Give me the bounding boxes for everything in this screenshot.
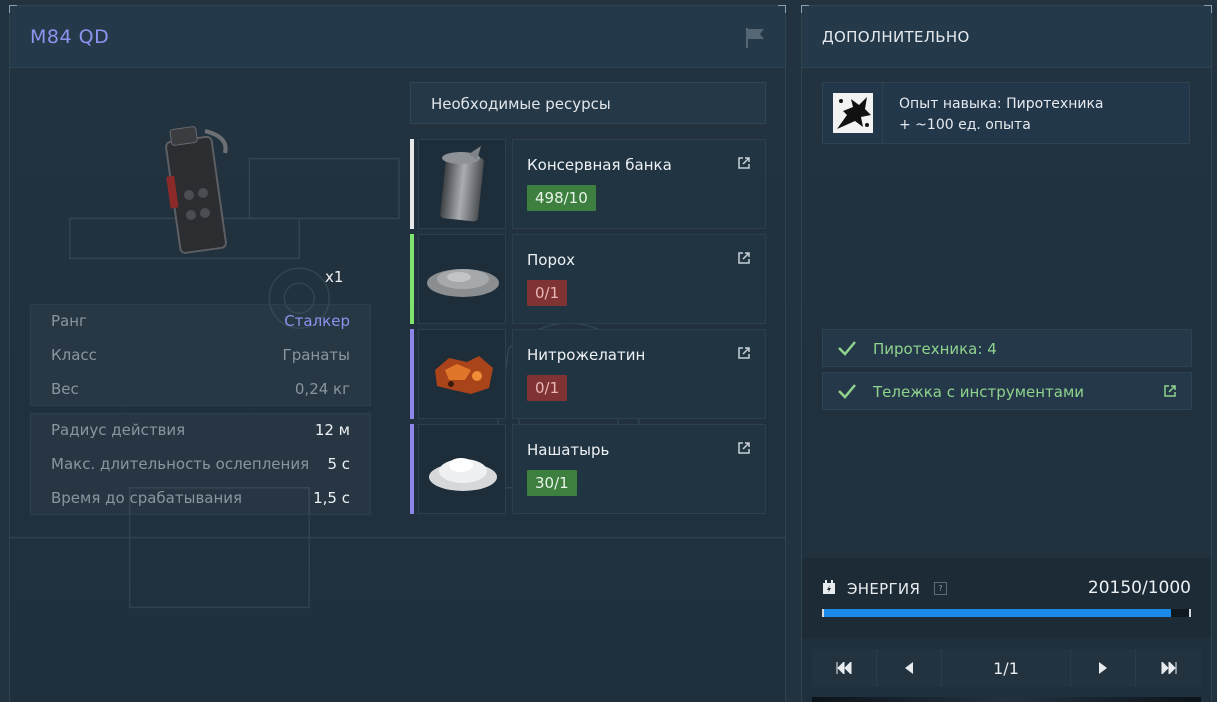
skill-xp-box: Опыт навыка: Пиротехника + ~100 ед. опыт… <box>822 82 1190 144</box>
resource-name: Консервная банка <box>527 156 672 174</box>
skill-name: Опыт навыка: Пиротехника <box>899 96 1104 112</box>
resources-header-label: Необходимые ресурсы <box>431 95 611 113</box>
resource-name: Нашатырь <box>527 441 610 459</box>
nitrogelatin-icon <box>418 329 506 419</box>
energy-section: ЭНЕРГИЯ ? 20150/1000 <box>802 558 1211 638</box>
external-link-icon[interactable] <box>737 346 751 360</box>
energy-icon <box>823 580 835 594</box>
skill-icon-frame <box>823 83 883 143</box>
triangle-right-icon <box>1099 662 1107 674</box>
stat-value: 0,24 кг <box>294 380 350 398</box>
crafting-panel: M84 QD x1 Ранг Сталкер Класс Гранаты Вес… <box>9 5 786 702</box>
resource-rarity-bar <box>410 329 414 419</box>
resource-count: 0/1 <box>527 280 568 306</box>
resource-info: Нитрожелатин 0/1 <box>512 329 766 419</box>
item-quantity: x1 <box>325 268 344 286</box>
external-link-icon[interactable] <box>737 441 751 455</box>
resource-info: Порох 0/1 <box>512 234 766 324</box>
last-page-button[interactable] <box>1136 649 1201 687</box>
item-header: M84 QD <box>10 6 785 68</box>
stat-label: Макс. длительность ослепления <box>51 455 310 473</box>
energy-progress-fill <box>824 609 1171 617</box>
item-title: M84 QD <box>30 26 110 48</box>
triangle-left-icon <box>905 662 913 674</box>
energy-label: ЭНЕРГИЯ <box>847 580 921 598</box>
resource-row[interactable]: Нашатырь 30/1 <box>410 424 766 514</box>
item-stats-extra: Радиус действия 12 м Макс. длительность … <box>30 413 371 515</box>
stat-row: Вес 0,24 кг <box>31 373 370 407</box>
flag-icon[interactable] <box>743 27 767 49</box>
stat-label: Класс <box>51 346 97 364</box>
stat-row: Ранг Сталкер <box>31 305 370 339</box>
item-stats-main: Ранг Сталкер Класс Гранаты Вес 0,24 кг <box>30 304 371 406</box>
stat-label: Вес <box>51 380 79 398</box>
resource-rarity-bar <box>410 139 414 229</box>
double-chevron-left-icon <box>836 662 852 674</box>
pyrotechnics-icon <box>833 93 873 133</box>
check-icon <box>838 341 856 356</box>
stat-row: Макс. длительность ослепления 5 с <box>31 448 370 482</box>
resource-info: Консервная банка 498/10 <box>512 139 766 229</box>
resource-row[interactable]: Консервная банка 498/10 <box>410 139 766 229</box>
check-icon <box>838 384 856 399</box>
stat-row: Класс Гранаты <box>31 339 370 373</box>
external-link-icon[interactable] <box>1163 384 1177 398</box>
first-page-button[interactable] <box>812 649 877 687</box>
stat-value: 5 с <box>327 455 350 473</box>
resource-info: Нашатырь 30/1 <box>512 424 766 514</box>
gunpowder-icon <box>418 234 506 324</box>
stat-value: Гранаты <box>282 346 350 364</box>
resource-row[interactable]: Нитрожелатин 0/1 <box>410 329 766 419</box>
resource-count: 498/10 <box>527 185 596 211</box>
stat-value: 1,5 с <box>313 489 350 507</box>
skill-xp-text: Опыт навыка: Пиротехника + ~100 ед. опыт… <box>899 94 1104 136</box>
requirement-label: Пиротехника: 4 <box>873 340 997 358</box>
resource-rarity-bar <box>410 424 414 514</box>
skill-xp-amount: + ~100 ед. опыта <box>899 117 1031 133</box>
resource-rarity-bar <box>410 234 414 324</box>
stat-value: 12 м <box>314 421 350 439</box>
stat-value: Сталкер <box>284 312 350 330</box>
requirement-row: Пиротехника: 4 <box>822 329 1192 367</box>
extra-panel: ДОПОЛНИТЕЛЬНО Опыт навыка: Пиротехника +… <box>801 5 1212 702</box>
resource-name: Нитрожелатин <box>527 346 646 364</box>
energy-progress-bar <box>822 609 1191 617</box>
stat-row: Радиус действия 12 м <box>31 414 370 448</box>
stat-label: Ранг <box>51 312 87 330</box>
grenade-image <box>165 126 228 254</box>
resource-row[interactable]: Порох 0/1 <box>410 234 766 324</box>
help-icon[interactable]: ? <box>934 582 947 595</box>
tin-can-icon <box>418 139 506 229</box>
pagination: 1/1 <box>812 649 1201 687</box>
resource-count: 30/1 <box>527 470 577 496</box>
next-page-button[interactable] <box>1071 649 1136 687</box>
stat-label: Время до срабатывания <box>51 489 243 507</box>
extra-header: ДОПОЛНИТЕЛЬНО <box>802 6 1211 68</box>
resource-count: 0/1 <box>527 375 568 401</box>
ammonia-icon <box>418 424 506 514</box>
requirement-row[interactable]: Тележка с инструментами <box>822 372 1192 410</box>
external-link-icon[interactable] <box>737 251 751 265</box>
resources-header: Необходимые ресурсы <box>410 82 766 124</box>
resource-name: Порох <box>527 251 576 269</box>
stat-row: Время до срабатывания 1,5 с <box>31 482 370 516</box>
page-indicator: 1/1 <box>942 649 1071 687</box>
extra-title: ДОПОЛНИТЕЛЬНО <box>822 28 970 46</box>
energy-value: 20150/1000 <box>1087 578 1191 598</box>
double-chevron-right-icon <box>1161 662 1176 674</box>
external-link-icon[interactable] <box>737 156 751 170</box>
requirement-label: Тележка с инструментами <box>873 383 1085 401</box>
stat-label: Радиус действия <box>51 421 186 439</box>
prev-page-button[interactable] <box>877 649 942 687</box>
preview-strip <box>812 697 1201 702</box>
